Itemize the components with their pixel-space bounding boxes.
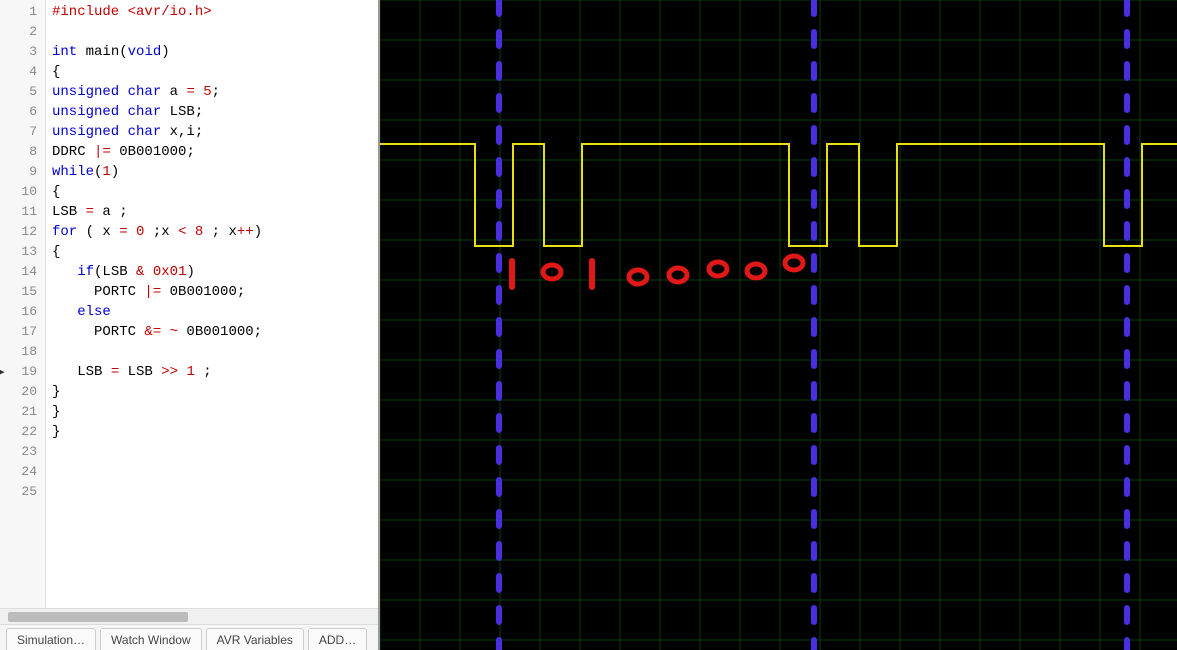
code-line[interactable]: } xyxy=(52,382,378,402)
line-number: 2 xyxy=(0,22,45,42)
code-text[interactable]: #include <avr/io.h>int main(void){unsign… xyxy=(46,0,378,608)
code-line[interactable]: } xyxy=(52,402,378,422)
code-line[interactable]: int main(void) xyxy=(52,42,378,62)
code-line[interactable]: PORTC |= 0B001000; xyxy=(52,282,378,302)
code-editor-pane: ▶ 12345678910111213141516171819202122232… xyxy=(0,0,378,650)
scrollbar-thumb[interactable] xyxy=(8,612,188,622)
line-number: 14 xyxy=(0,262,45,282)
code-line[interactable]: DDRC |= 0B001000; xyxy=(52,142,378,162)
code-line[interactable]: { xyxy=(52,62,378,82)
code-line[interactable] xyxy=(52,442,378,462)
line-number: 12 xyxy=(0,222,45,242)
line-number: 6 xyxy=(0,102,45,122)
code-line[interactable]: if(LSB & 0x01) xyxy=(52,262,378,282)
code-line[interactable]: unsigned char a = 5; xyxy=(52,82,378,102)
bottom-tab[interactable]: Watch Window xyxy=(100,628,202,650)
code-line[interactable]: { xyxy=(52,242,378,262)
code-line[interactable]: } xyxy=(52,422,378,442)
code-line[interactable]: for ( x = 0 ;x < 8 ; x++) xyxy=(52,222,378,242)
line-number: 4 xyxy=(0,62,45,82)
code-line[interactable]: PORTC &= ~ 0B001000; xyxy=(52,322,378,342)
line-number: 8 xyxy=(0,142,45,162)
code-line[interactable] xyxy=(52,342,378,362)
code-line[interactable]: LSB = LSB >> 1 ; xyxy=(52,362,378,382)
line-number: 5 xyxy=(0,82,45,102)
code-line[interactable]: { xyxy=(52,182,378,202)
code-line[interactable]: LSB = a ; xyxy=(52,202,378,222)
oscilloscope-pane[interactable] xyxy=(378,0,1177,650)
line-number: 25 xyxy=(0,482,45,502)
line-number: 15 xyxy=(0,282,45,302)
line-number: 24 xyxy=(0,462,45,482)
code-line[interactable] xyxy=(52,482,378,502)
code-line[interactable]: while(1) xyxy=(52,162,378,182)
line-number: 23 xyxy=(0,442,45,462)
bottom-tab[interactable]: Simulation… xyxy=(6,628,96,650)
line-number: 16 xyxy=(0,302,45,322)
current-line-arrow-icon: ▶ xyxy=(0,365,5,379)
code-line[interactable]: else xyxy=(52,302,378,322)
code-area[interactable]: 1234567891011121314151617181920212223242… xyxy=(0,0,378,608)
horizontal-scrollbar[interactable] xyxy=(0,608,378,624)
bottom-tab[interactable]: AVR Variables xyxy=(206,628,304,650)
line-number: 1 xyxy=(0,2,45,22)
bottom-tab[interactable]: ADD… xyxy=(308,628,367,650)
code-line[interactable]: unsigned char LSB; xyxy=(52,102,378,122)
oscilloscope-display xyxy=(380,0,1177,650)
line-number: 18 xyxy=(0,342,45,362)
line-number: 10 xyxy=(0,182,45,202)
line-number: 20 xyxy=(0,382,45,402)
bottom-tab-bar: Simulation…Watch WindowAVR VariablesADD… xyxy=(0,624,378,650)
line-number: 11 xyxy=(0,202,45,222)
line-number: 19 xyxy=(0,362,45,382)
line-number: 22 xyxy=(0,422,45,442)
code-line[interactable] xyxy=(52,22,378,42)
line-number-gutter: 1234567891011121314151617181920212223242… xyxy=(0,0,46,608)
code-line[interactable] xyxy=(52,462,378,482)
line-number: 3 xyxy=(0,42,45,62)
line-number: 17 xyxy=(0,322,45,342)
code-line[interactable]: unsigned char x,i; xyxy=(52,122,378,142)
line-number: 13 xyxy=(0,242,45,262)
code-line[interactable]: #include <avr/io.h> xyxy=(52,2,378,22)
line-number: 9 xyxy=(0,162,45,182)
line-number: 21 xyxy=(0,402,45,422)
line-number: 7 xyxy=(0,122,45,142)
